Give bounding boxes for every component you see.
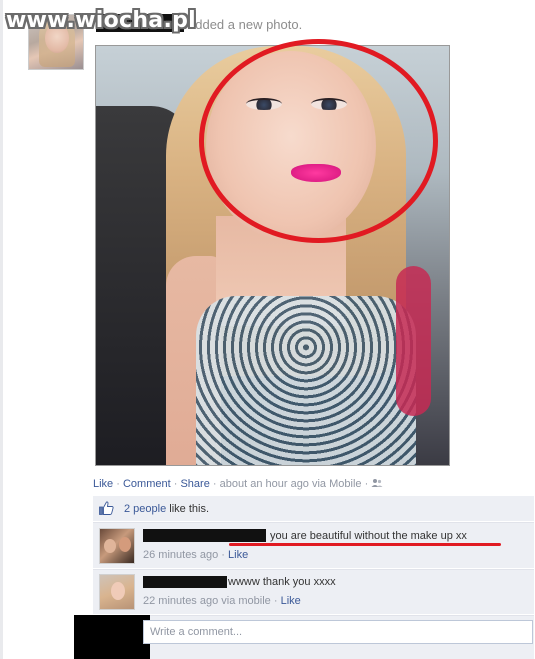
separator: · (212, 478, 217, 490)
comment-like-link[interactable]: Like (228, 549, 248, 561)
red-underline-annotation (229, 543, 501, 546)
comment-meta: 22 minutes ago via mobile · Like (143, 595, 301, 607)
redacted-commenter-name (143, 529, 266, 542)
facebook-post: added a new photo. www.wiocha.pl Like · … (0, 0, 535, 659)
commenter-avatar[interactable] (99, 528, 135, 564)
redacted-commenter-name (143, 576, 227, 588)
like-link[interactable]: Like (93, 478, 113, 490)
separator: · (273, 595, 278, 607)
comment-link[interactable]: Comment (123, 478, 171, 490)
likers-link[interactable]: 2 people (124, 503, 166, 515)
separator: · (221, 549, 225, 561)
watermark: www.wiocha.pl (6, 8, 196, 33)
separator: · (116, 478, 120, 490)
comment-like-link[interactable]: Like (281, 595, 301, 607)
red-circle-annotation (199, 39, 438, 243)
page-edge (0, 0, 3, 659)
share-link[interactable]: Share (180, 478, 209, 490)
comment-meta: 26 minutes ago · Like (143, 549, 248, 561)
post-action-bar: Like · Comment · Share · about an hour a… (93, 478, 383, 490)
comment-input[interactable]: Write a comment... (143, 620, 533, 644)
thumbs-up-icon (99, 501, 114, 515)
commenter-avatar[interactable] (99, 574, 135, 610)
audience-icon[interactable] (371, 478, 383, 488)
comment-timestamp[interactable]: 22 minutes ago via mobile (143, 595, 271, 607)
likes-summary: 2 people like this. (124, 503, 210, 515)
comment-timestamp[interactable]: 26 minutes ago (143, 549, 218, 561)
post-timestamp[interactable]: about an hour ago via Mobile (220, 478, 362, 490)
post-header-text: added a new photo. (188, 17, 303, 32)
separator: · (173, 478, 178, 490)
comment-text: you are beautiful without the make up xx (270, 530, 467, 542)
separator: · (364, 478, 369, 490)
comment-text: wwww thank you xxxx (228, 576, 336, 588)
redacted-avatar (74, 615, 150, 659)
